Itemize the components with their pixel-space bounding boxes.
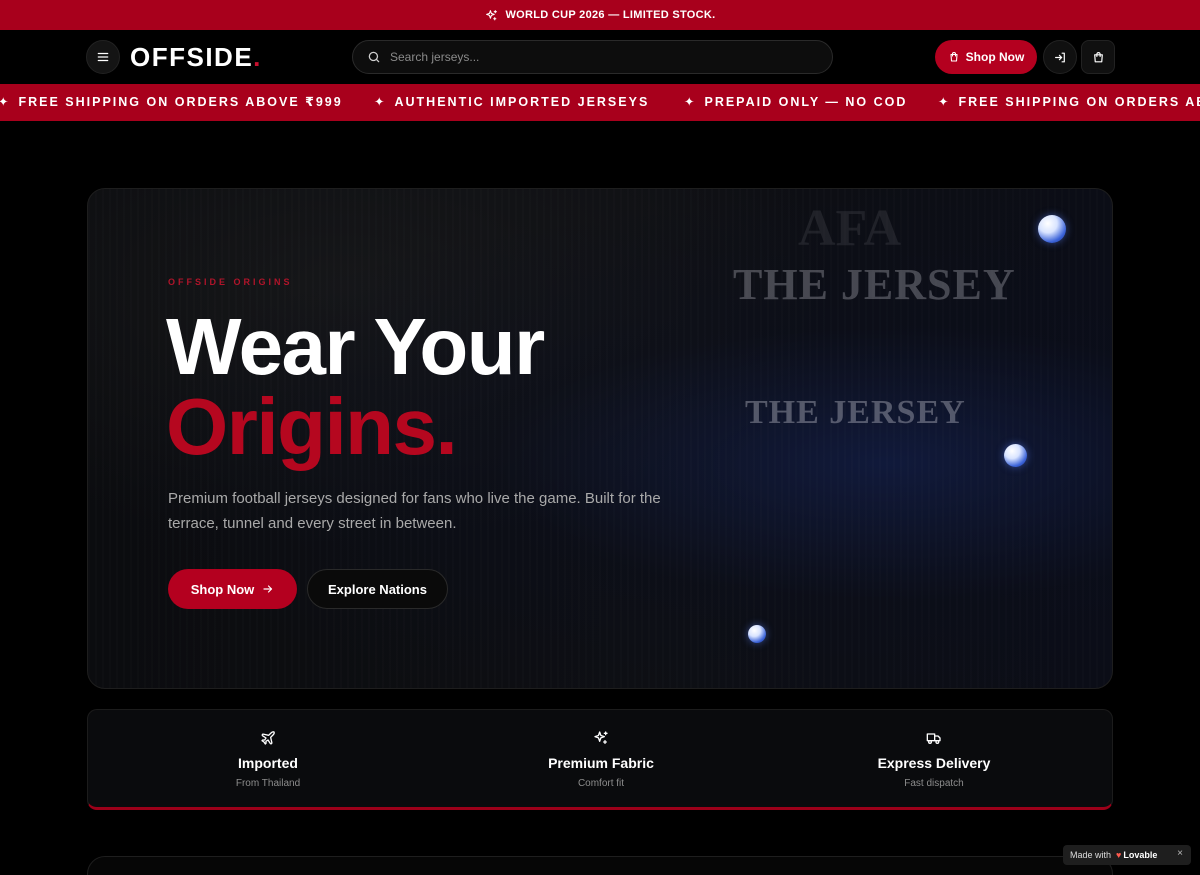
search-bar[interactable] xyxy=(352,40,833,74)
navbar: OFFSIDE. Shop Now xyxy=(0,30,1200,84)
feature-title: Premium Fabric xyxy=(548,755,654,771)
shopping-bag-icon xyxy=(950,52,958,62)
star-icon: ✦ xyxy=(684,95,697,109)
search-icon xyxy=(368,51,380,63)
ticker-item: ✦FREE SHIPPING ON ORDERS ABOVE ₹999 xyxy=(938,95,1200,109)
hero-headline-accent: Origins. xyxy=(166,382,458,471)
close-icon[interactable]: × xyxy=(1177,848,1183,859)
next-section xyxy=(87,856,1113,875)
football-icon xyxy=(1038,215,1066,243)
menu-button[interactable] xyxy=(86,40,120,74)
shop-now-button[interactable]: Shop Now xyxy=(935,40,1037,74)
sparkles-icon xyxy=(485,9,497,20)
badge-brand: ♥ Lovable xyxy=(1116,850,1157,860)
feature-subtitle: Comfort fit xyxy=(577,778,625,789)
logo[interactable]: OFFSIDE. xyxy=(130,42,262,73)
sparkles-icon xyxy=(594,731,608,744)
feature-express-delivery: Express Delivery Fast dispatch xyxy=(763,710,1105,807)
feature-premium-fabric: Premium Fabric Comfort fit xyxy=(430,710,772,807)
login-icon xyxy=(1054,52,1065,62)
hero-headline: Wear Your xyxy=(166,302,545,391)
badge-brand-label: Lovable xyxy=(1123,850,1158,860)
search-input[interactable] xyxy=(390,50,810,64)
cart-button[interactable] xyxy=(1081,40,1115,74)
football-icon xyxy=(1004,444,1027,467)
star-icon: ✦ xyxy=(938,95,951,109)
hero-section: AFA THE JERSEY THE JERSEY OFFSIDE ORIGIN… xyxy=(87,188,1113,689)
features-strip: Imported From Thailand Premium Fabric Co… xyxy=(87,709,1113,810)
badge-prefix: Made with xyxy=(1070,850,1112,860)
shop-now-label: Shop Now xyxy=(965,50,1025,64)
feature-title: Express Delivery xyxy=(877,755,991,771)
hero-description: Premium football jerseys designed for fa… xyxy=(168,490,661,532)
star-icon: ✦ xyxy=(374,95,387,109)
explore-nations-label: Explore Nations xyxy=(328,581,427,597)
jersey-text: THE JERSEY xyxy=(733,260,1016,309)
football-icon xyxy=(748,625,766,643)
hero-eyebrow: OFFSIDE ORIGINS xyxy=(168,277,293,287)
hero-shop-now-label: Shop Now xyxy=(190,581,255,597)
hero-shop-now-button[interactable]: Shop Now xyxy=(168,569,297,609)
logo-text: OFFSIDE xyxy=(130,42,254,72)
cart-icon xyxy=(1093,51,1103,62)
explore-nations-button[interactable]: Explore Nations xyxy=(307,569,448,609)
crest-text: AFA xyxy=(798,200,902,257)
star-icon: ✦ xyxy=(0,95,11,109)
promo-bar: WORLD CUP 2026 — LIMITED STOCK. xyxy=(0,0,1200,30)
ticker-item: ✦FREE SHIPPING ON ORDERS ABOVE ₹999 xyxy=(0,95,343,109)
promo-text: WORLD CUP 2026 — LIMITED STOCK. xyxy=(505,9,716,21)
login-button[interactable] xyxy=(1043,40,1077,74)
feature-imported: Imported From Thailand xyxy=(97,710,439,807)
logo-dot: . xyxy=(253,42,262,72)
feature-subtitle: Fast dispatch xyxy=(904,778,964,789)
feature-title: Imported xyxy=(238,755,298,771)
ticker-item: ✦ AUTHENTIC IMPORTED JERSEYS xyxy=(374,95,650,109)
jersey-text: THE JERSEY xyxy=(745,394,966,431)
arrow-right-icon xyxy=(263,585,273,593)
plane-icon xyxy=(261,731,275,745)
hero-jersey-image: AFA THE JERSEY THE JERSEY xyxy=(688,189,1112,688)
truck-icon xyxy=(926,733,941,744)
ticker-item: ✦ PREPAID ONLY — NO COD xyxy=(684,95,908,109)
menu-icon xyxy=(97,52,109,62)
feature-subtitle: From Thailand xyxy=(235,778,301,789)
heart-icon: ♥ xyxy=(1116,850,1122,860)
announcement-ticker: ✦ FREE SHIPPING ON ORDERS ABOVE ₹999 ✦ AUT… xyxy=(0,84,1200,121)
made-with-lovable-badge[interactable]: Made with ♥ Lovable × xyxy=(1063,845,1191,865)
